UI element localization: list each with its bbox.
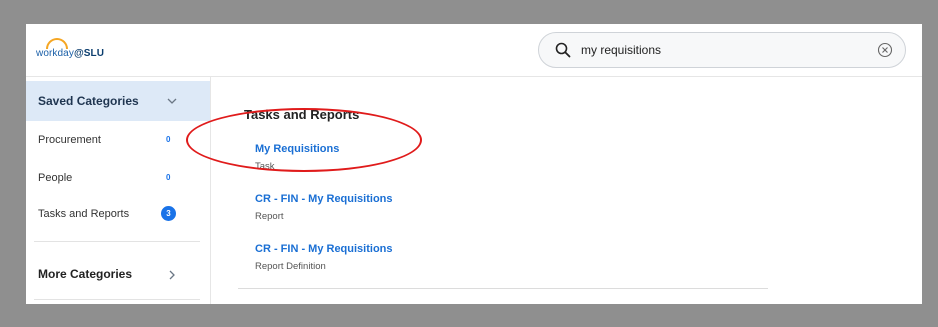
result-item[interactable]: My Requisitions Task	[255, 143, 655, 183]
result-link[interactable]: CR - FIN - My Requisitions	[255, 193, 393, 205]
result-type: Report Definition	[255, 261, 326, 272]
sidebar-item-label: People	[38, 172, 73, 184]
search-box[interactable]	[538, 32, 906, 68]
results-divider	[238, 288, 768, 289]
sidebar-item-label: Procurement	[38, 134, 101, 146]
result-type: Task	[255, 161, 275, 172]
workday-app: workday@SLU Saved Categories Procuremen	[26, 24, 922, 304]
search-input[interactable]	[581, 40, 841, 60]
saved-categories-label: Saved Categories	[38, 94, 139, 108]
saved-categories-toggle[interactable]: Saved Categories	[26, 81, 210, 121]
sidebar-divider	[34, 299, 200, 300]
result-type: Report	[255, 211, 284, 222]
top-bar: workday@SLU	[26, 24, 922, 77]
sidebar-item-count: 0	[166, 173, 171, 182]
sidebar-divider	[34, 241, 200, 242]
clear-icon[interactable]	[877, 42, 893, 58]
section-title: Tasks and Reports	[244, 107, 360, 122]
sidebar-item-tasks-and-reports[interactable]: Tasks and Reports 3	[26, 199, 210, 231]
search-results: Tasks and Reports My Requisitions Task C…	[212, 77, 922, 304]
sidebar-item-procurement[interactable]: Procurement 0	[26, 125, 210, 157]
workday-logo[interactable]: workday@SLU	[36, 38, 126, 62]
more-categories-label: More Categories	[38, 267, 133, 281]
result-item[interactable]: CR - FIN - My Requisitions Report Defini…	[255, 243, 655, 283]
chevron-down-icon[interactable]	[166, 95, 178, 107]
sidebar-item-count: 0	[166, 135, 171, 144]
count-badge: 3	[161, 206, 176, 221]
result-link[interactable]: My Requisitions	[255, 143, 339, 155]
result-link[interactable]: CR - FIN - My Requisitions	[255, 243, 393, 255]
chevron-right-icon[interactable]	[166, 269, 178, 281]
category-sidebar: Saved Categories Procurement 0 People 0 …	[26, 77, 211, 304]
sidebar-item-people[interactable]: People 0	[26, 163, 210, 195]
logo-suffix: @SLU	[73, 48, 105, 59]
result-item[interactable]: CR - FIN - My Requisitions Report	[255, 193, 655, 233]
logo-prefix: workday	[36, 48, 74, 59]
search-icon[interactable]	[555, 42, 571, 58]
sidebar-item-label: Tasks and Reports	[38, 208, 130, 220]
more-categories-toggle[interactable]: More Categories	[26, 255, 210, 295]
